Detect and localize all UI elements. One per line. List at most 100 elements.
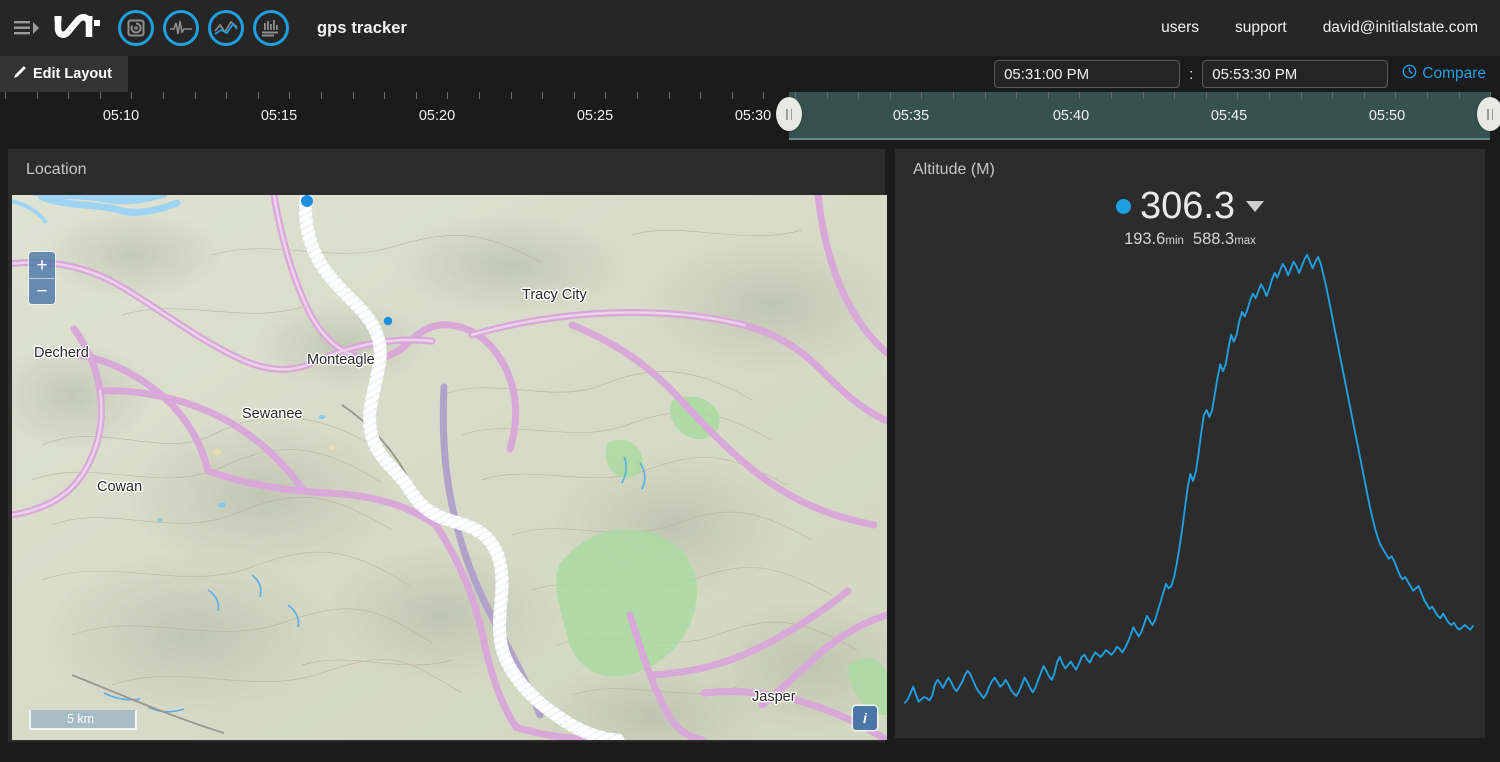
nav-icon-group bbox=[118, 10, 289, 46]
timeline-tick bbox=[289, 92, 290, 99]
timeline-tick bbox=[1143, 92, 1144, 99]
timeline-tick bbox=[1174, 92, 1175, 99]
edit-layout-button[interactable]: Edit Layout bbox=[0, 56, 128, 92]
map-info-button[interactable]: i bbox=[853, 706, 877, 730]
timeline-tick bbox=[1016, 92, 1017, 99]
compare-label: Compare bbox=[1422, 65, 1486, 83]
altitude-current-value-row: 306.3 bbox=[1116, 187, 1264, 225]
nav-links: users support david@initialstate.com bbox=[1161, 19, 1478, 37]
timeline-tick-label: 05:30 bbox=[735, 108, 771, 124]
timeline-tick bbox=[37, 92, 38, 99]
timeline-tick bbox=[5, 92, 6, 99]
app-root: gps tracker users support david@initials… bbox=[0, 0, 1500, 762]
timeline-tick bbox=[1427, 92, 1428, 99]
timeline-tick bbox=[669, 92, 670, 99]
timeline-tick bbox=[542, 92, 543, 99]
timeline-tick bbox=[1111, 92, 1112, 99]
map-zoom-in-button[interactable]: + bbox=[29, 252, 55, 278]
time-range-separator: : bbox=[1180, 66, 1202, 83]
altitude-panel: Altitude (M) 306.3 193.6min 588.3max bbox=[895, 149, 1485, 738]
map-zoom-controls: + − bbox=[29, 252, 55, 304]
map-zoom-out-button[interactable]: − bbox=[29, 278, 55, 304]
clock-icon bbox=[1402, 64, 1417, 84]
map-scale-bar: 5 km bbox=[29, 710, 137, 730]
timeline-tick-label: 05:20 bbox=[419, 108, 455, 124]
start-time-input[interactable] bbox=[994, 60, 1180, 88]
timeline-tick bbox=[700, 92, 701, 99]
range-start-handle[interactable] bbox=[776, 97, 802, 131]
timeline-tick bbox=[384, 92, 385, 99]
line-chart-icon[interactable] bbox=[208, 10, 244, 46]
timeline-tick bbox=[321, 92, 322, 99]
location-panel: Location bbox=[8, 149, 885, 742]
timeline-tick-label: 05:25 bbox=[577, 108, 613, 124]
timeline-tick bbox=[985, 92, 986, 99]
location-panel-title: Location bbox=[26, 161, 87, 179]
altitude-panel-title: Altitude (M) bbox=[913, 161, 995, 179]
timeline-tick bbox=[574, 92, 575, 99]
timeline-tick bbox=[416, 92, 417, 99]
timeline-tick bbox=[479, 92, 480, 99]
range-end-handle[interactable] bbox=[1477, 97, 1500, 131]
nav-link-users[interactable]: users bbox=[1161, 19, 1199, 37]
timeline-tick bbox=[447, 92, 448, 99]
timeline-tick-label: 05:45 bbox=[1211, 108, 1247, 124]
timeline-tick bbox=[226, 92, 227, 99]
timeline-tick bbox=[1395, 92, 1396, 99]
timeline-tick bbox=[68, 92, 69, 99]
altitude-line-chart[interactable] bbox=[895, 235, 1485, 735]
timeline-tick bbox=[763, 92, 764, 99]
top-navigation-bar: gps tracker users support david@initials… bbox=[0, 0, 1500, 56]
timeline-tick bbox=[1364, 92, 1365, 99]
timeline-tick-label: 05:35 bbox=[893, 108, 929, 124]
timeline-tick bbox=[258, 92, 259, 99]
timeline-tick bbox=[605, 92, 606, 99]
page-title: gps tracker bbox=[317, 19, 407, 38]
timeline-tick bbox=[163, 92, 164, 99]
nav-link-support[interactable]: support bbox=[1235, 19, 1287, 37]
bar-chart-icon[interactable] bbox=[253, 10, 289, 46]
timeline-tick bbox=[100, 92, 101, 99]
timeline-tick bbox=[1206, 92, 1207, 99]
timeline-tick-label: 05:15 bbox=[261, 108, 297, 124]
timeline-tick bbox=[953, 92, 954, 99]
timeline-tick bbox=[637, 92, 638, 99]
timeline-tick bbox=[827, 92, 828, 99]
edit-layout-label: Edit Layout bbox=[33, 66, 112, 82]
map-view[interactable]: DecherdMonteagleSewaneeTracy CityCowanJa… bbox=[12, 195, 887, 740]
dashboard-tiles-icon[interactable] bbox=[118, 10, 154, 46]
series-color-dot bbox=[1116, 199, 1131, 214]
timeline-ticks bbox=[0, 92, 1500, 106]
timeline-tick bbox=[131, 92, 132, 99]
chevron-down-icon[interactable] bbox=[1246, 201, 1264, 212]
timeline-tick bbox=[1269, 92, 1270, 99]
toolbar: Edit Layout : Compare bbox=[0, 56, 1500, 92]
initialstate-wave-logo[interactable] bbox=[52, 11, 108, 45]
map-canvas[interactable] bbox=[12, 195, 887, 740]
timeline-tick bbox=[1048, 92, 1049, 99]
timeline-scrubber[interactable]: 05:10 05:15 05:20 05:25 05:30 05:35 05:40 05:45… bbox=[0, 92, 1500, 145]
timeline-tick bbox=[921, 92, 922, 99]
timeline-tick-label: 05:40 bbox=[1053, 108, 1089, 124]
gps-waypoint-marker bbox=[384, 317, 392, 325]
timeline-tick bbox=[1237, 92, 1238, 99]
account-email-link[interactable]: david@initialstate.com bbox=[1323, 19, 1478, 37]
compare-button[interactable]: Compare bbox=[1402, 64, 1486, 84]
timeline-tick bbox=[1459, 92, 1460, 99]
timeline-tick-label: 05:10 bbox=[103, 108, 139, 124]
timeline-tick bbox=[511, 92, 512, 99]
timeline-tick bbox=[795, 92, 796, 99]
pencil-icon bbox=[13, 65, 27, 83]
end-time-input[interactable] bbox=[1202, 60, 1388, 88]
timeline-tick bbox=[1079, 92, 1080, 99]
timeline-rail[interactable]: 05:10 05:15 05:20 05:25 05:30 05:35 05:40 05:45… bbox=[0, 92, 1500, 145]
waveform-icon[interactable] bbox=[163, 10, 199, 46]
gps-start-marker bbox=[301, 195, 313, 207]
timeline-tick bbox=[195, 92, 196, 99]
timeline-tick bbox=[890, 92, 891, 99]
timeline-tick bbox=[858, 92, 859, 99]
timeline-tick bbox=[1332, 92, 1333, 99]
hamburger-menu-icon[interactable] bbox=[12, 16, 42, 40]
timeline-tick bbox=[1301, 92, 1302, 99]
timeline-tick bbox=[353, 92, 354, 99]
